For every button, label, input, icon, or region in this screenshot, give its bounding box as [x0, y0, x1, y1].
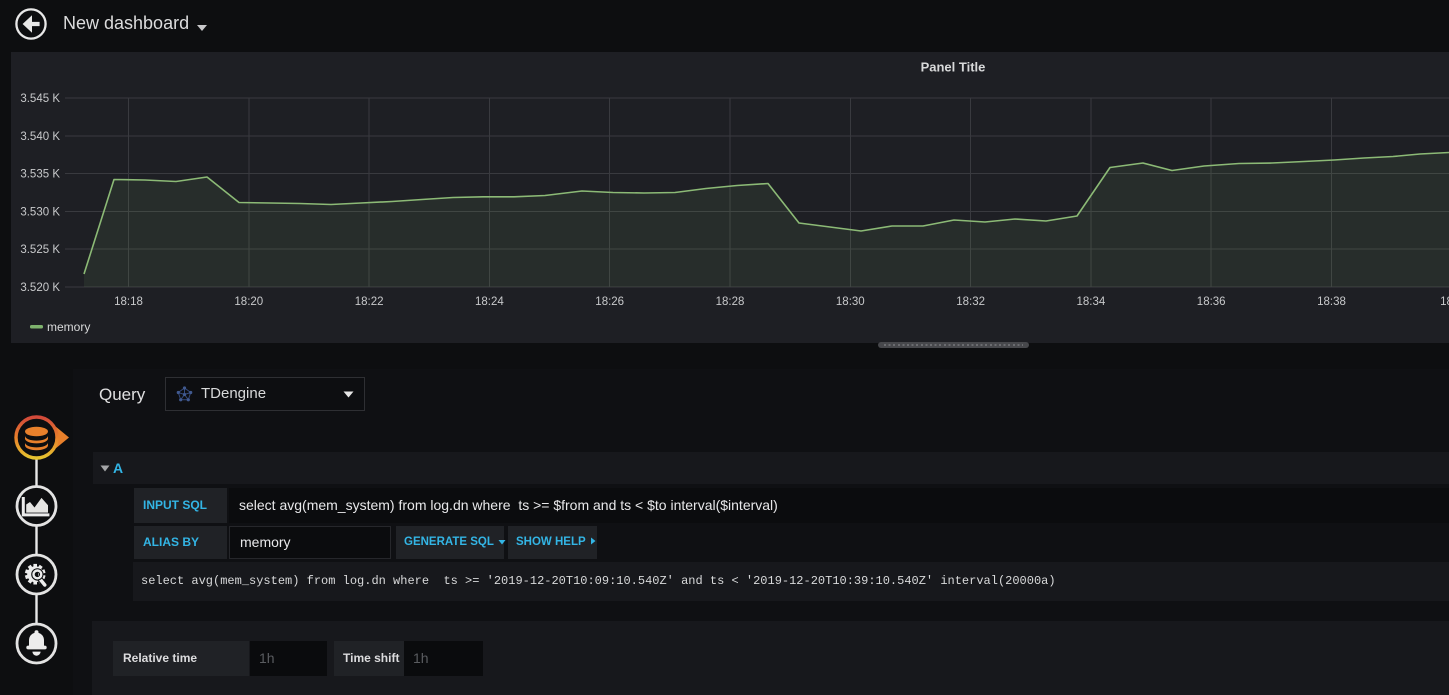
svg-text:18:18: 18:18	[114, 296, 143, 308]
svg-text:18:34: 18:34	[1077, 296, 1106, 308]
svg-text:3.530 K: 3.530 K	[20, 206, 60, 218]
svg-text:18:38: 18:38	[1317, 296, 1346, 308]
svg-text:18:36: 18:36	[1197, 296, 1226, 308]
svg-text:memory: memory	[47, 320, 90, 334]
svg-text:3.545 K: 3.545 K	[20, 93, 60, 105]
svg-text:3.540 K: 3.540 K	[20, 131, 60, 143]
svg-text:18:40: 18:40	[1440, 296, 1449, 308]
svg-text:Panel Title: Panel Title	[921, 60, 986, 75]
svg-text:18:30: 18:30	[836, 296, 865, 308]
svg-text:18:20: 18:20	[234, 296, 263, 308]
svg-text:18:32: 18:32	[956, 296, 985, 308]
svg-text:18:22: 18:22	[355, 296, 384, 308]
svg-text:3.525 K: 3.525 K	[20, 244, 60, 256]
svg-text:3.520 K: 3.520 K	[20, 282, 60, 294]
svg-text:18:24: 18:24	[475, 296, 504, 308]
svg-text:18:28: 18:28	[716, 296, 745, 308]
svg-text:3.535 K: 3.535 K	[20, 169, 60, 181]
svg-text:18:26: 18:26	[595, 296, 624, 308]
